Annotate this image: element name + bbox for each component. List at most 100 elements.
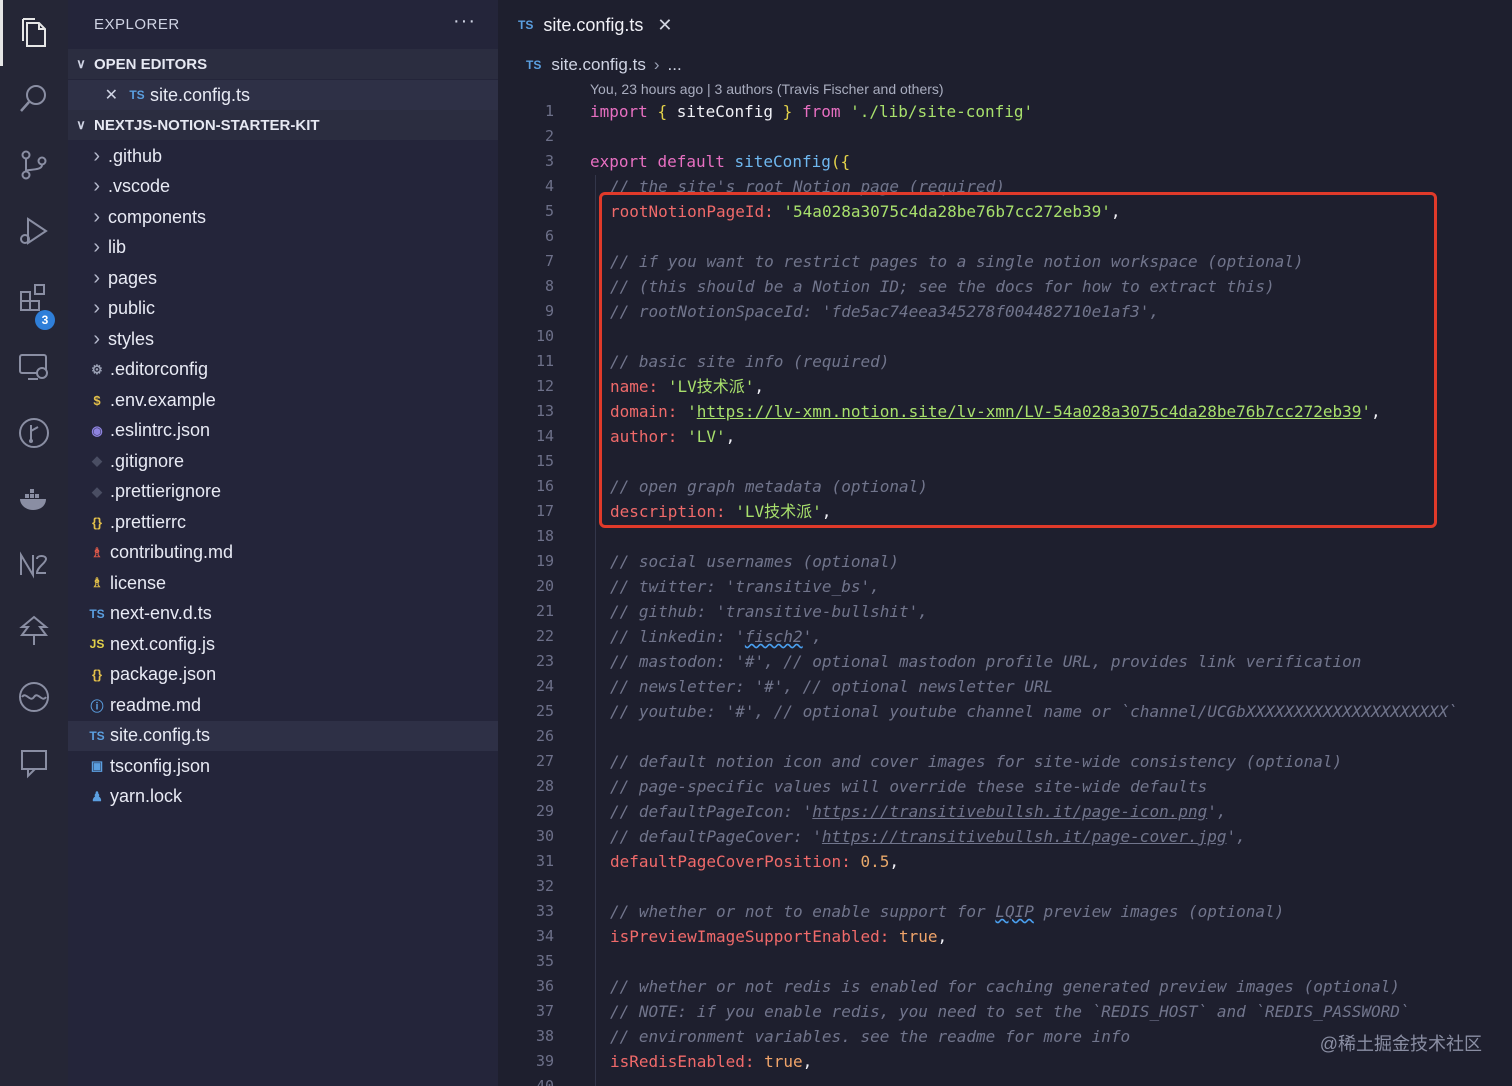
code-token: // linkedin: ' (610, 627, 745, 646)
folder-item[interactable]: › components (68, 202, 498, 232)
chevron-right-icon: › (93, 236, 100, 258)
activity-explorer[interactable] (0, 0, 68, 66)
line-number: 4 (544, 177, 554, 195)
file-item[interactable]: ◆ .prettierignore (68, 477, 498, 507)
code-text: domain: 'https://lv-xmn.notion.site/lv-x… (610, 399, 1381, 424)
code-line: 2 (498, 124, 1512, 149)
code-line: 21 // github: 'transitive-bullshit', (498, 599, 1512, 624)
code-text: // page-specific values will override th… (610, 774, 1207, 799)
file-item[interactable]: TS next-env.d.ts (68, 599, 498, 629)
file-item[interactable]: ◉ .eslintrc.json (68, 416, 498, 446)
activity-notion[interactable] (0, 532, 68, 598)
code-text: // NOTE: if you enable redis, you need t… (610, 999, 1410, 1024)
file-item[interactable]: ♗ contributing.md (68, 538, 498, 568)
line-number: 11 (535, 352, 554, 370)
file-name: .eslintrc.json (110, 420, 211, 440)
folder-item[interactable]: › lib (68, 233, 498, 263)
file-item[interactable]: TS site.config.ts (68, 720, 498, 751)
code-token: , (937, 927, 948, 946)
json-icon: {} (91, 667, 103, 682)
folder-item[interactable]: › public (68, 294, 498, 324)
close-tab-icon[interactable]: ✕ (657, 15, 672, 36)
line-number: 28 (535, 777, 554, 795)
file-item[interactable]: ▣ tsconfig.json (68, 751, 498, 781)
code-line: 13 domain: 'https://lv-xmn.notion.site/lv… (498, 399, 1512, 424)
code-token: 0.5 (860, 852, 890, 871)
file-item[interactable]: ♗ license (68, 568, 498, 598)
typescript-icon: TS (518, 18, 534, 32)
code-token: // defaultPageCover: ' (610, 827, 822, 846)
code-token: true (899, 927, 938, 946)
activity-source-control[interactable] (0, 132, 68, 198)
code-token: } (782, 102, 793, 121)
code-token: // environment variables. see the readme… (610, 1027, 1131, 1046)
line-number: 27 (535, 752, 554, 770)
folder-item[interactable]: › .github (68, 141, 498, 171)
file-name: tsconfig.json (110, 755, 211, 776)
notion-n2-icon (20, 551, 48, 579)
line-number: 5 (544, 202, 554, 220)
activity-comments[interactable] (0, 730, 68, 796)
more-actions-button[interactable]: ··· (453, 10, 476, 33)
activity-git-graph[interactable] (0, 400, 68, 466)
activity-docker[interactable] (0, 466, 68, 532)
folder-item[interactable]: › pages (68, 263, 498, 293)
folder-item[interactable]: › .vscode (68, 172, 498, 202)
code-token: from (801, 102, 841, 121)
code-line: 36 // whether or not redis is enabled for… (498, 974, 1512, 999)
code-token: LQIP (995, 902, 1034, 921)
line-number: 24 (535, 677, 554, 695)
activity-remote-explorer[interactable] (0, 334, 68, 400)
code-line: 12 name: 'LV技术派', (498, 374, 1512, 399)
folder-name: .github (108, 145, 163, 166)
code-token: // whether or not to enable support for (610, 902, 996, 921)
code-token: { (657, 102, 668, 121)
code-text: export default siteConfig({ (590, 149, 850, 174)
chevron-right-icon: › (93, 327, 100, 350)
file-item[interactable]: ⚙ .editorconfig (68, 355, 498, 385)
file-item[interactable]: ◆ .gitignore (68, 446, 498, 476)
activity-timeline[interactable] (0, 664, 68, 730)
breadcrumb: TS site.config.ts › ... (526, 53, 682, 77)
activity-tree[interactable] (0, 598, 68, 664)
project-header[interactable]: ∨ NEXTJS-NOTION-STARTER-KIT (68, 110, 498, 140)
chevron-down-icon: ∨ (76, 56, 86, 71)
code-line: 28 // page-specific values will override … (498, 774, 1512, 799)
json-icon: {} (91, 514, 103, 530)
code-text: // if you want to restrict pages to a si… (610, 249, 1304, 274)
code-line: 24 // newsletter: '#', // optional newsle… (498, 674, 1512, 699)
typescript-icon: TS (129, 88, 145, 102)
file-item[interactable]: ♟ yarn.lock (68, 782, 498, 812)
file-item[interactable]: $ .env.example (68, 385, 498, 415)
code-line: 17 description: 'LV技术派', (498, 499, 1512, 524)
code-text: // newsletter: '#', // optional newslett… (610, 674, 1053, 699)
code-line: 7 // if you want to restrict pages to a s… (498, 249, 1512, 274)
close-icon[interactable]: ✕ (68, 85, 124, 105)
line-number: 25 (535, 702, 554, 720)
activity-run-debug[interactable] (0, 198, 68, 264)
file-item[interactable]: {} package.json (68, 660, 498, 690)
file-item[interactable]: ⓘ readme.md (68, 690, 498, 720)
activity-extensions[interactable] (0, 264, 68, 330)
code-token: ', (1226, 827, 1246, 846)
activity-search[interactable] (0, 66, 68, 132)
file-item[interactable]: JS next.config.js (68, 629, 498, 659)
code-token: // open graph metadata (optional) (610, 477, 928, 496)
breadcrumb-file[interactable]: site.config.ts (551, 55, 646, 75)
code-text: // linkedin: 'fisch2', (610, 624, 822, 649)
docker-icon (20, 489, 46, 510)
folder-item[interactable]: › styles (68, 324, 498, 354)
tab-site-config[interactable]: TS site.config.ts ✕ (498, 0, 694, 50)
git-blame-annotation[interactable]: You, 23 hours ago | 3 authors (Travis Fi… (590, 81, 944, 97)
code-token: , (889, 852, 900, 871)
file-item[interactable]: {} .prettierrc (68, 507, 498, 537)
breadcrumb-symbol[interactable]: ... (668, 55, 682, 75)
code-token: '54a028a3075c4da28be76b7cc272eb39' (783, 202, 1111, 221)
open-editor-item[interactable]: ✕ TS site.config.ts (68, 80, 498, 110)
code-line: 4 // the site's root Notion page (require… (498, 174, 1512, 199)
git-icon: ◆ (92, 453, 102, 468)
open-editors-header[interactable]: ∨ OPEN EDITORS (68, 49, 498, 79)
